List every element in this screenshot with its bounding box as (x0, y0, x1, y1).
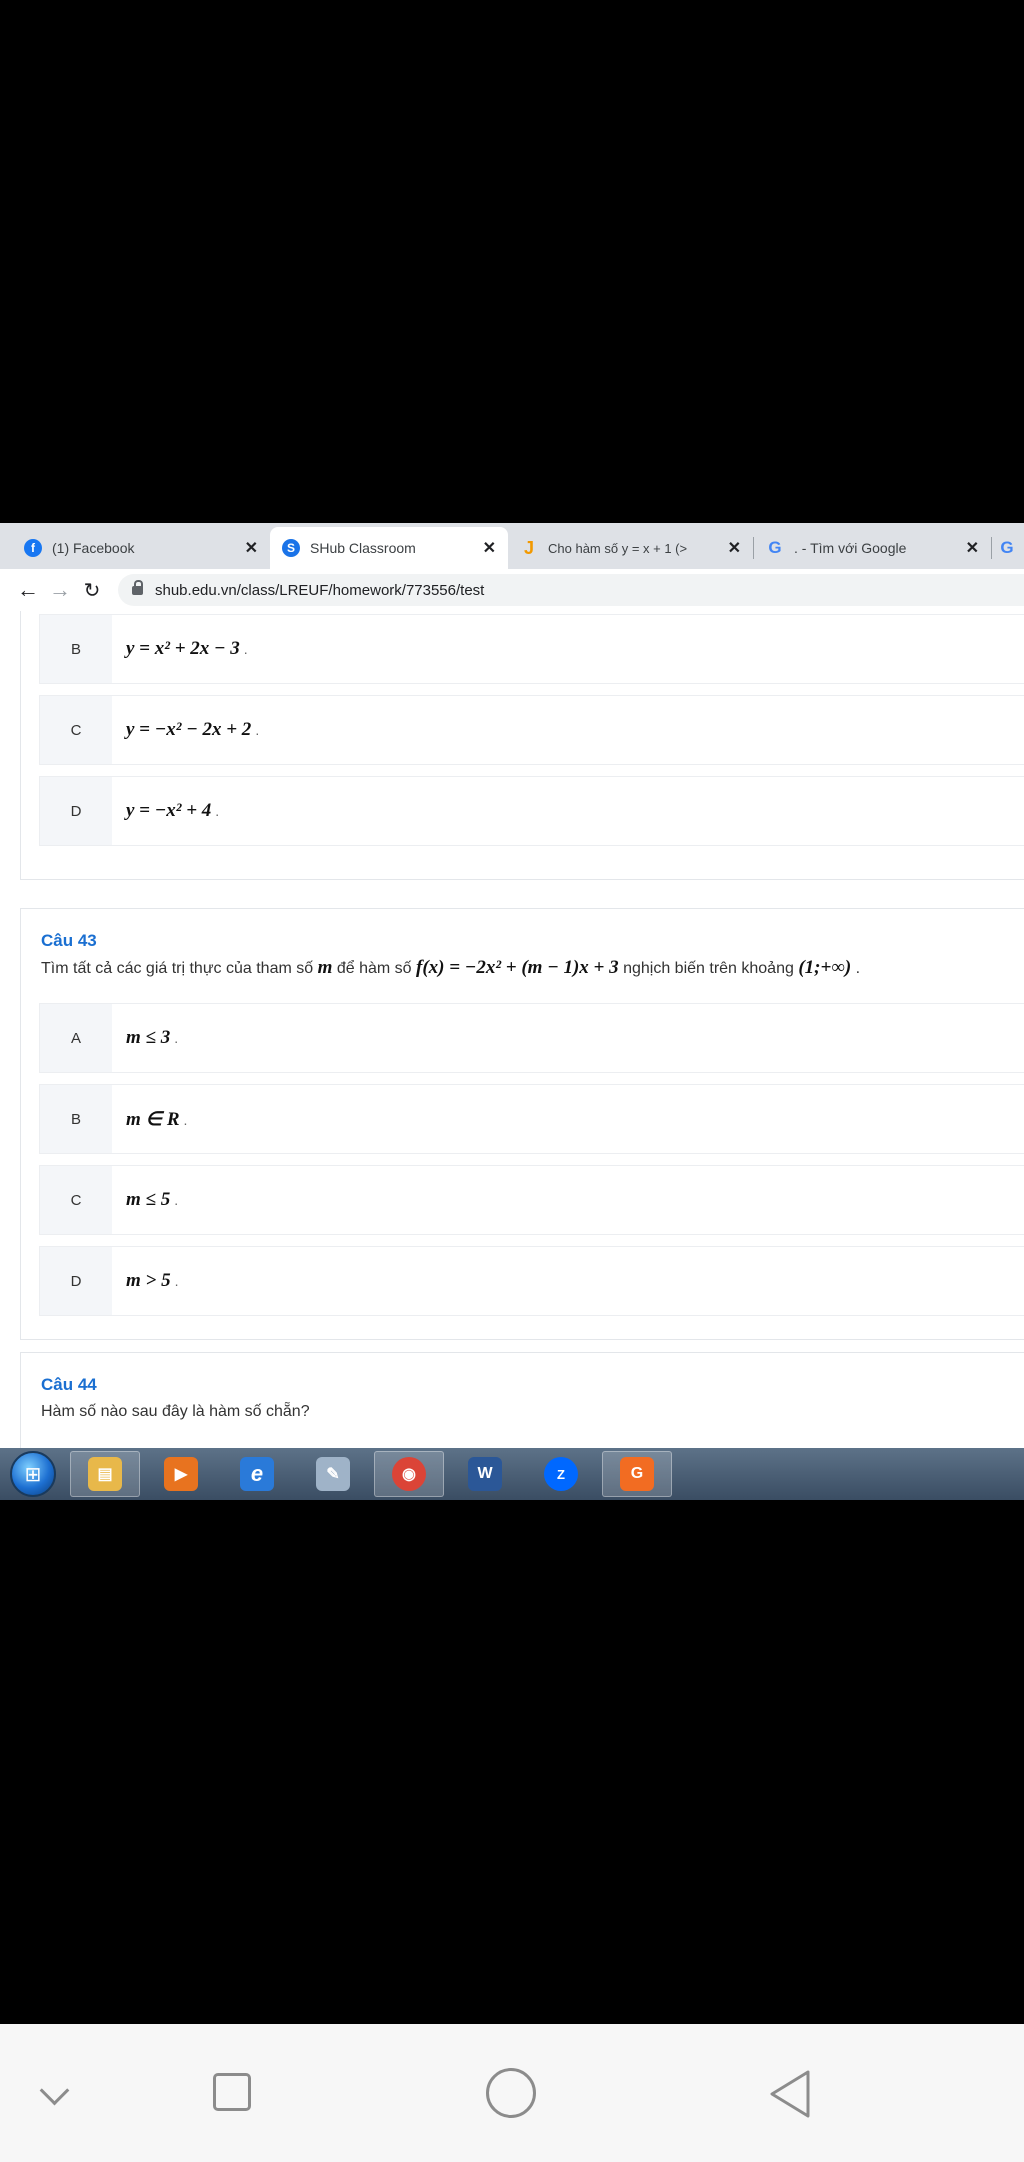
close-icon[interactable]: ✕ (728, 538, 741, 558)
option-text: y = −x² − 2x + 2 (126, 719, 252, 740)
garena-icon: G (620, 1457, 654, 1491)
close-icon[interactable]: ✕ (966, 538, 979, 558)
taskbar-zalo[interactable]: Z (526, 1451, 596, 1497)
zalo-icon: Z (544, 1457, 578, 1491)
tab-partial[interactable]: G (992, 527, 1013, 569)
tab-strip: f (1) Facebook ✕ S SHub Classroom ✕ J Ch… (0, 523, 1024, 569)
answer-option-d[interactable]: D m > 5. (39, 1246, 1024, 1316)
chrome-icon: ◉ (392, 1457, 426, 1491)
taskbar-media-player[interactable]: ▶ (146, 1451, 216, 1497)
browser-toolbar: ← → ↻ shub.edu.vn/class/LREUF/homework/7… (0, 569, 1024, 612)
tab-shub-classroom[interactable]: S SHub Classroom ✕ (270, 527, 508, 569)
question-label: Câu 43 (41, 931, 97, 950)
option-letter: C (40, 696, 112, 764)
close-icon[interactable]: ✕ (483, 538, 496, 558)
taskbar-garena[interactable]: G (602, 1451, 672, 1497)
forward-arrow-icon[interactable]: → (44, 577, 76, 603)
option-text: m ≤ 3 (126, 1027, 171, 1048)
question-text-part: Tìm tất cả các giá trị thực của tham số (41, 960, 314, 977)
chevron-down-icon[interactable] (39, 2075, 70, 2106)
reload-icon[interactable]: ↻ (76, 578, 108, 603)
word-icon: W (468, 1457, 502, 1491)
start-button[interactable]: ⊞ (10, 1451, 56, 1497)
shub-icon: S (282, 539, 300, 557)
internet-explorer-icon: e (240, 1457, 274, 1491)
option-letter: A (40, 1004, 112, 1072)
answer-option-a[interactable]: A m ≤ 3. (39, 1003, 1024, 1073)
math-interval: (1;+∞) (798, 957, 852, 978)
option-text: m > 5 (126, 1270, 171, 1291)
option-text: m ∈ R (126, 1108, 180, 1130)
google-icon: G (768, 538, 782, 557)
tab-title: . - Tìm với Google (794, 540, 907, 556)
taskbar-word[interactable]: W (450, 1451, 520, 1497)
tab-facebook[interactable]: f (1) Facebook ✕ (12, 527, 270, 569)
tab-google[interactable]: G . - Tìm với Google ✕ (754, 527, 991, 569)
question-text: Tìm tất cả các giá trị thực của tham số … (41, 957, 861, 978)
tab-title: (1) Facebook (52, 540, 135, 556)
android-nav-bar (0, 2024, 1024, 2162)
answer-option-d[interactable]: D y = −x² + 4. (39, 776, 1024, 846)
windows-taskbar: ⊞ ▤ ▶ e ✎ ◉ W Z G (0, 1448, 1024, 1500)
home-button[interactable] (486, 2068, 536, 2118)
answer-option-b[interactable]: B m ∈ R. (39, 1084, 1024, 1154)
option-letter: B (40, 615, 112, 683)
tab-question-search[interactable]: J Cho hàm số y = x + 1 (> ✕ (508, 527, 753, 569)
question-text-part: để hàm số (336, 960, 412, 977)
option-text: y = x² + 2x − 3 (126, 638, 240, 659)
option-letter: D (40, 777, 112, 845)
taskbar-internet-explorer[interactable]: e (222, 1451, 292, 1497)
question-card-43: Câu 43 Tìm tất cả các giá trị thực của t… (20, 908, 1024, 1340)
option-text: y = −x² + 4 (126, 800, 212, 821)
option-letter: D (40, 1247, 112, 1315)
question-text-part: nghịch biến trên khoảng (623, 960, 794, 977)
recents-button[interactable] (213, 2073, 251, 2111)
question-label: Câu 44 (41, 1375, 97, 1394)
url-text: shub.edu.vn/class/LREUF/homework/773556/… (155, 581, 485, 599)
tab-title: SHub Classroom (310, 540, 416, 556)
tab-title: Cho hàm số y = x + 1 (> (548, 540, 688, 556)
answer-option-c[interactable]: C m ≤ 5. (39, 1165, 1024, 1235)
google-icon: G (1000, 538, 1014, 557)
back-arrow-icon[interactable]: ← (12, 577, 44, 603)
question-card: B y = x² + 2x − 3. C y = −x² − 2x + 2. D… (20, 611, 1024, 880)
taskbar-paint[interactable]: ✎ (298, 1451, 368, 1497)
desktop-screen: f (1) Facebook ✕ S SHub Classroom ✕ J Ch… (0, 523, 1024, 1500)
taskbar-chrome[interactable]: ◉ (374, 1451, 444, 1497)
back-triangle-icon (770, 2070, 810, 2118)
j-icon: J (523, 537, 534, 558)
lock-icon (132, 579, 143, 595)
taskbar-file-explorer[interactable]: ▤ (70, 1451, 140, 1497)
answer-option-b[interactable]: B y = x² + 2x − 3. (39, 614, 1024, 684)
math-variable: m (317, 957, 333, 978)
option-letter: B (40, 1085, 112, 1153)
page-content: B y = x² + 2x − 3. C y = −x² − 2x + 2. D… (0, 611, 1024, 1471)
answer-option-c[interactable]: C y = −x² − 2x + 2. (39, 695, 1024, 765)
question-text: Hàm số nào sau đây là hàm số chẵn? (41, 1403, 310, 1420)
paint-icon: ✎ (316, 1457, 350, 1491)
facebook-icon: f (24, 539, 42, 557)
math-function: f(x) = −2x² + (m − 1)x + 3 (416, 957, 619, 978)
close-icon[interactable]: ✕ (245, 538, 258, 558)
address-bar[interactable]: shub.edu.vn/class/LREUF/homework/773556/… (118, 574, 1024, 606)
file-explorer-icon: ▤ (88, 1457, 122, 1491)
option-letter: C (40, 1166, 112, 1234)
option-text: m ≤ 5 (126, 1189, 171, 1210)
media-player-icon: ▶ (164, 1457, 198, 1491)
